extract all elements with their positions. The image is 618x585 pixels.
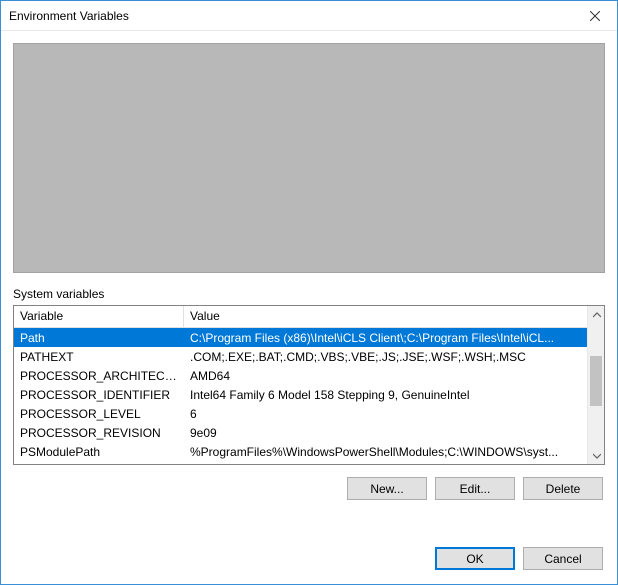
variable-value-cell: Intel64 Family 6 Model 158 Stepping 9, G…	[184, 387, 587, 403]
variable-name-cell: Path	[14, 330, 184, 346]
dialog-buttons-row: OK Cancel	[1, 537, 617, 584]
variable-value-cell: C:\Program Files (x86)\Intel\iCLS Client…	[184, 330, 587, 346]
table-row[interactable]: PathC:\Program Files (x86)\Intel\iCLS Cl…	[14, 328, 587, 347]
table-row[interactable]: PROCESSOR_LEVEL6	[14, 404, 587, 423]
table-row[interactable]: PSModulePath%ProgramFiles%\WindowsPowerS…	[14, 442, 587, 461]
column-header-value[interactable]: Value	[184, 306, 587, 327]
scroll-up-arrow[interactable]	[588, 306, 605, 323]
user-variables-panel	[13, 43, 605, 273]
variable-value-cell: .COM;.EXE;.BAT;.CMD;.VBS;.VBE;.JS;.JSE;.…	[184, 349, 587, 365]
vertical-scrollbar[interactable]	[587, 306, 604, 464]
variable-name-cell: PROCESSOR_IDENTIFIER	[14, 387, 184, 403]
titlebar: Environment Variables	[1, 1, 617, 31]
system-variables-label: System variables	[13, 287, 605, 301]
column-header-variable[interactable]: Variable	[14, 306, 184, 327]
listview-body: PathC:\Program Files (x86)\Intel\iCLS Cl…	[14, 328, 587, 461]
listview: Variable Value PathC:\Program Files (x86…	[14, 306, 587, 464]
close-icon	[590, 11, 600, 21]
variable-name-cell: PROCESSOR_REVISION	[14, 425, 184, 441]
environment-variables-dialog: Environment Variables System variables V…	[0, 0, 618, 585]
window-title: Environment Variables	[9, 9, 572, 23]
chevron-down-icon	[593, 452, 601, 460]
delete-button[interactable]: Delete	[523, 477, 603, 500]
client-area: System variables Variable Value PathC:\P…	[1, 31, 617, 537]
table-row[interactable]: PROCESSOR_REVISION9e09	[14, 423, 587, 442]
chevron-up-icon	[593, 311, 601, 319]
list-buttons-row: New... Edit... Delete	[13, 477, 605, 500]
scroll-down-arrow[interactable]	[588, 447, 605, 464]
cancel-button[interactable]: Cancel	[523, 547, 603, 570]
variable-value-cell: 6	[184, 406, 587, 422]
new-button[interactable]: New...	[347, 477, 427, 500]
variable-value-cell: %ProgramFiles%\WindowsPowerShell\Modules…	[184, 444, 587, 460]
variable-value-cell: AMD64	[184, 368, 587, 384]
ok-button[interactable]: OK	[435, 547, 515, 570]
variable-name-cell: PROCESSOR_LEVEL	[14, 406, 184, 422]
listview-header: Variable Value	[14, 306, 587, 328]
variable-value-cell: 9e09	[184, 425, 587, 441]
system-variables-list[interactable]: Variable Value PathC:\Program Files (x86…	[13, 305, 605, 465]
edit-button[interactable]: Edit...	[435, 477, 515, 500]
variable-name-cell: PATHEXT	[14, 349, 184, 365]
close-button[interactable]	[572, 1, 617, 30]
variable-name-cell: PROCESSOR_ARCHITECTURE	[14, 368, 184, 384]
scrollbar-thumb[interactable]	[590, 356, 602, 406]
table-row[interactable]: PROCESSOR_IDENTIFIERIntel64 Family 6 Mod…	[14, 385, 587, 404]
table-row[interactable]: PATHEXT.COM;.EXE;.BAT;.CMD;.VBS;.VBE;.JS…	[14, 347, 587, 366]
table-row[interactable]: PROCESSOR_ARCHITECTUREAMD64	[14, 366, 587, 385]
variable-name-cell: PSModulePath	[14, 444, 184, 460]
